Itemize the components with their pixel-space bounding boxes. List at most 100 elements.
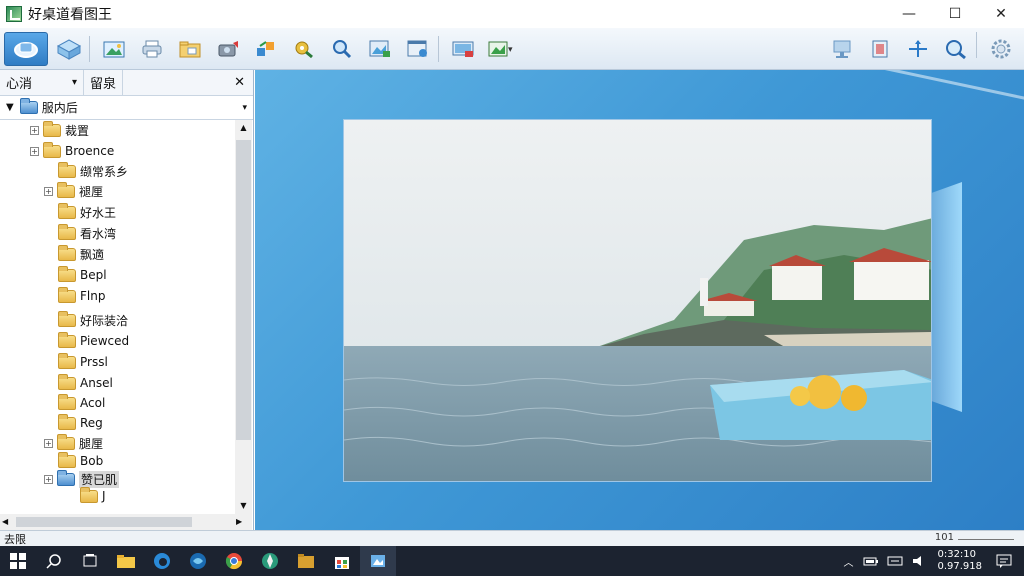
tree-item-label: Piewced [80,334,130,348]
tree-item[interactable]: J [80,486,106,506]
edit-image-button[interactable] [363,32,397,66]
print-button[interactable] [135,32,169,66]
maximize-button[interactable]: ☐ [932,0,978,28]
folder-icon [43,141,61,158]
location-combo[interactable]: ▼ 服内后 ▾ [0,96,253,120]
folder-icon [19,98,38,114]
window-title: 好桌道看图王 [28,7,112,23]
displayed-photo[interactable] [343,119,932,482]
scroll-left-icon[interactable]: ◀ [2,514,8,530]
folder-icon [58,373,76,390]
tree-item[interactable]: 缬常系乡 [58,161,128,181]
tree-item[interactable]: + 褪厘 [44,181,103,201]
folder-icon [80,486,98,503]
taskbar-file-explorer[interactable] [108,546,144,576]
camera-icon [218,40,238,56]
tree-item[interactable]: + 裁置 [30,120,89,140]
view-3d-button[interactable] [52,32,86,66]
taskbar-store[interactable] [324,546,360,576]
network-icon[interactable] [887,555,903,567]
taskbar-search-button[interactable] [36,546,72,576]
folder-open-icon [179,41,201,57]
chevron-down-icon[interactable]: ▾ [242,103,247,113]
system-clock[interactable]: 0:32:10 0.97.918 [937,549,982,573]
tree-item[interactable]: Acol [58,393,105,413]
task-view-button[interactable] [72,546,108,576]
tree-item[interactable]: Reg [58,413,103,433]
close-button[interactable]: ✕ [978,0,1024,28]
scroll-right-icon[interactable]: ▶ [236,514,242,530]
search-button[interactable] [325,32,359,66]
svg-text:▾: ▾ [508,45,513,55]
wallpaper-button[interactable]: ▾ [484,32,518,66]
crop-button[interactable] [863,32,897,66]
zoom-button[interactable] [939,32,973,66]
panel-close-button[interactable]: ✕ [234,75,245,90]
browse-button[interactable] [4,31,48,66]
notification-icon[interactable] [996,554,1012,568]
volume-icon[interactable] [911,555,927,567]
tree-item-label: 缬常系乡 [80,164,129,179]
camera-button[interactable] [211,32,245,66]
tree-horizontal-scrollbar[interactable]: ◀ ▶ [0,514,252,530]
tree-item[interactable]: Bepl [58,265,107,285]
tree-item-label: Flnp [80,289,106,303]
open-image-button[interactable] [97,32,131,66]
move-button[interactable] [901,32,935,66]
clock-time: 0:32:10 [937,549,977,560]
tree-item[interactable]: Bob [58,451,103,471]
taskbar-app-folder[interactable] [288,546,324,576]
toolbar-separator [89,35,90,62]
computer-button[interactable] [825,32,859,66]
screen-button[interactable] [446,32,480,66]
tree-item[interactable]: 好际装洽 [58,310,128,330]
toolbar-separator [976,32,977,58]
taskbar-app-blue[interactable] [180,546,216,576]
folder-icon [58,286,76,303]
tree-item[interactable]: 看水湾 [58,223,116,243]
tree-item[interactable]: Prssl [58,352,108,372]
tree-item[interactable]: 飘適 [58,244,104,264]
tree-item-label: 褪厘 [79,184,104,199]
expand-icon[interactable]: + [30,146,39,156]
panel-tab-favorites[interactable]: 留泉 [84,69,124,96]
options-button[interactable] [984,32,1018,66]
main-toolbar: ▾ [0,28,1024,70]
scroll-up-icon[interactable]: ▲ [235,120,252,136]
tree-item[interactable]: Ansel [58,373,113,393]
expand-icon[interactable]: + [44,186,53,196]
title-bar: 好桌道看图王 — ☐ ✕ [0,0,1024,28]
scroll-down-icon[interactable]: ▼ [235,498,252,514]
settings-image-button[interactable] [401,32,435,66]
battery-icon[interactable] [863,555,879,567]
tree-item[interactable]: + 腿厘 [44,433,103,453]
scroll-thumb[interactable] [236,140,251,440]
tree-item-label: 好水王 [80,205,117,220]
batch-button[interactable] [287,32,321,66]
tree-item[interactable]: 好水王 [58,202,116,222]
image-viewer[interactable] [255,70,1024,530]
gear-icon [991,39,1011,59]
start-button[interactable] [0,546,36,576]
taskbar-photo-viewer-active[interactable] [360,546,396,576]
taskbar-chrome[interactable] [216,546,252,576]
tree-item[interactable]: Flnp [58,286,105,306]
tree-vertical-scrollbar[interactable]: ▲ ▼ [235,120,252,514]
expand-icon[interactable]: + [44,438,53,448]
minimize-button[interactable]: — [886,0,932,28]
expand-icon[interactable]: + [44,474,53,484]
tray-chevron-up-icon[interactable]: ︿ [843,554,853,569]
panel-tab-folders[interactable]: 心消 ▾ [0,69,84,96]
tree-item[interactable]: + Broence [30,141,114,161]
zoom-slider[interactable] [958,539,1014,540]
window-gear-icon [407,40,427,57]
taskbar-app-globe[interactable] [252,546,288,576]
expand-arrow-icon: ▼ [6,102,14,113]
tree-item-label: Ansel [80,376,113,390]
convert-button[interactable] [249,32,283,66]
expand-icon[interactable]: + [30,125,39,135]
folder-button[interactable] [173,32,207,66]
tree-item[interactable]: Piewced [58,331,129,351]
scroll-thumb[interactable] [16,517,192,527]
taskbar-edge[interactable] [144,546,180,576]
